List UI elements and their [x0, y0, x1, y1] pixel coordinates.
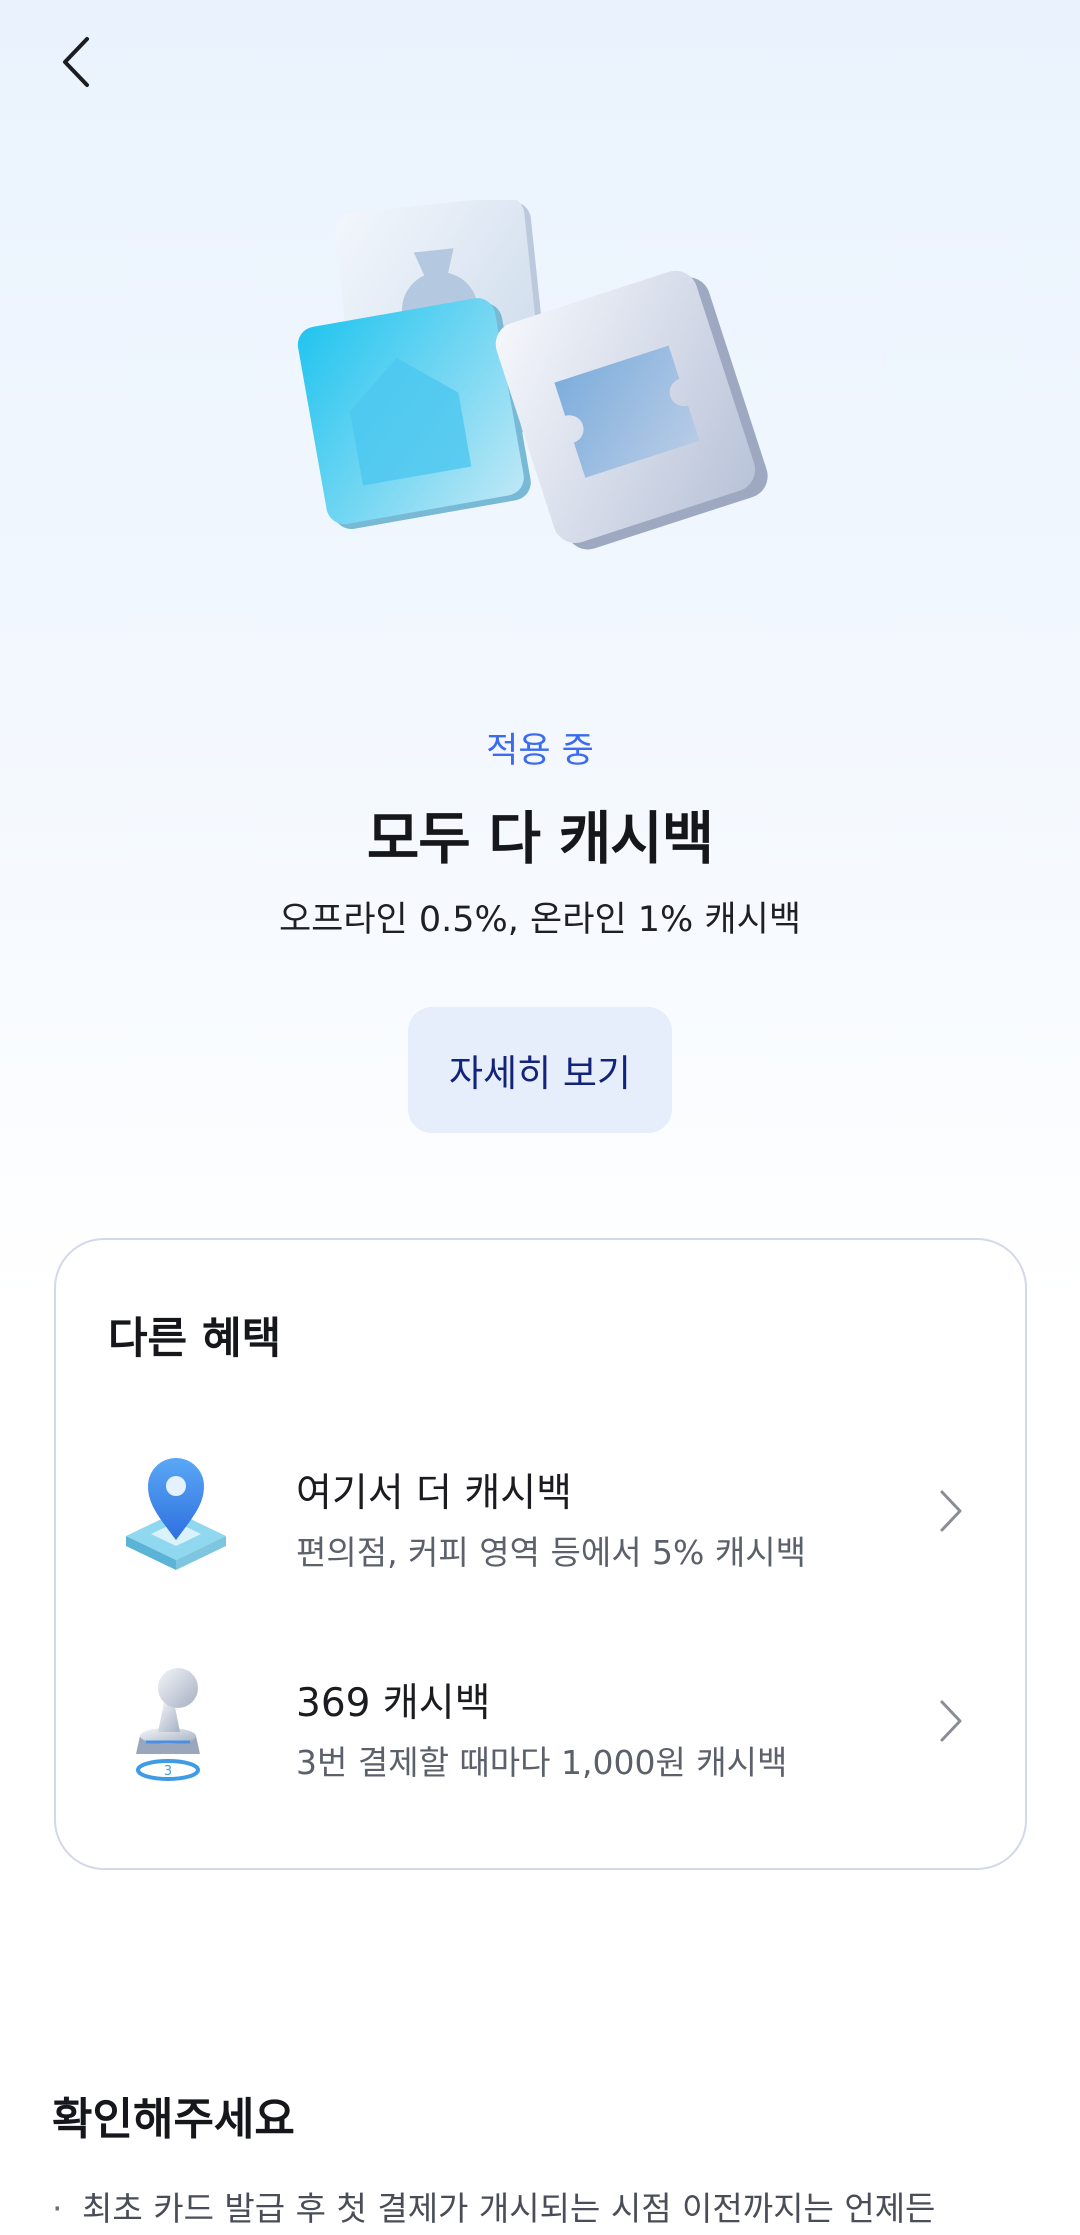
notice-item-text: 최초 카드 발급 후 첫 결제가 개시되는 시점 이전까지는 언제든: [82, 2189, 936, 2228]
status-badge: 적용 중: [486, 731, 594, 771]
benefit-item-desc: 편의점, 커피 영역 등에서 5% 캐시백: [296, 1533, 806, 1572]
back-button[interactable]: [48, 30, 104, 94]
detail-button[interactable]: 자세히 보기: [408, 1007, 672, 1133]
benefit-cards-illustration: [297, 200, 768, 550]
notice-title: 확인해주세요: [52, 2094, 295, 2145]
chevron-right-icon: [940, 1490, 962, 1532]
benefit-item-extra-cashback[interactable]: 여기서 더 캐시백 편의점, 커피 영역 등에서 5% 캐시백: [86, 1426, 996, 1596]
other-benefits-title: 다른 혜택: [108, 1314, 282, 1364]
benefit-title: 모두 다 캐시백: [366, 806, 714, 872]
svg-text:3: 3: [164, 1764, 172, 1779]
chevron-right-icon: [940, 1700, 962, 1742]
location-pin-icon: [126, 1458, 226, 1570]
benefit-subtitle: 오프라인 0.5%, 온라인 1% 캐시백: [278, 900, 802, 940]
chevron-left-icon: [63, 37, 89, 87]
other-benefits-card: 다른 혜택 여기서 더 캐시백 편의점, 커피 영역 등에서 5% 캐시백 3 …: [54, 1238, 1027, 1870]
stamp-icon: 3: [136, 1668, 200, 1781]
benefit-item-title: 여기서 더 캐시백: [296, 1471, 572, 1516]
benefit-item-369-cashback[interactable]: 3 369 캐시백 3번 결제할 때마다 1,000원 캐시백: [86, 1636, 996, 1806]
bullet-icon: ·: [52, 2189, 63, 2228]
benefit-item-title: 369 캐시백: [296, 1681, 491, 1726]
benefit-item-desc: 3번 결제할 때마다 1,000원 캐시백: [296, 1743, 788, 1782]
notice-item: · 최초 카드 발급 후 첫 결제가 개시되는 시점 이전까지는 언제든: [52, 2182, 1052, 2230]
